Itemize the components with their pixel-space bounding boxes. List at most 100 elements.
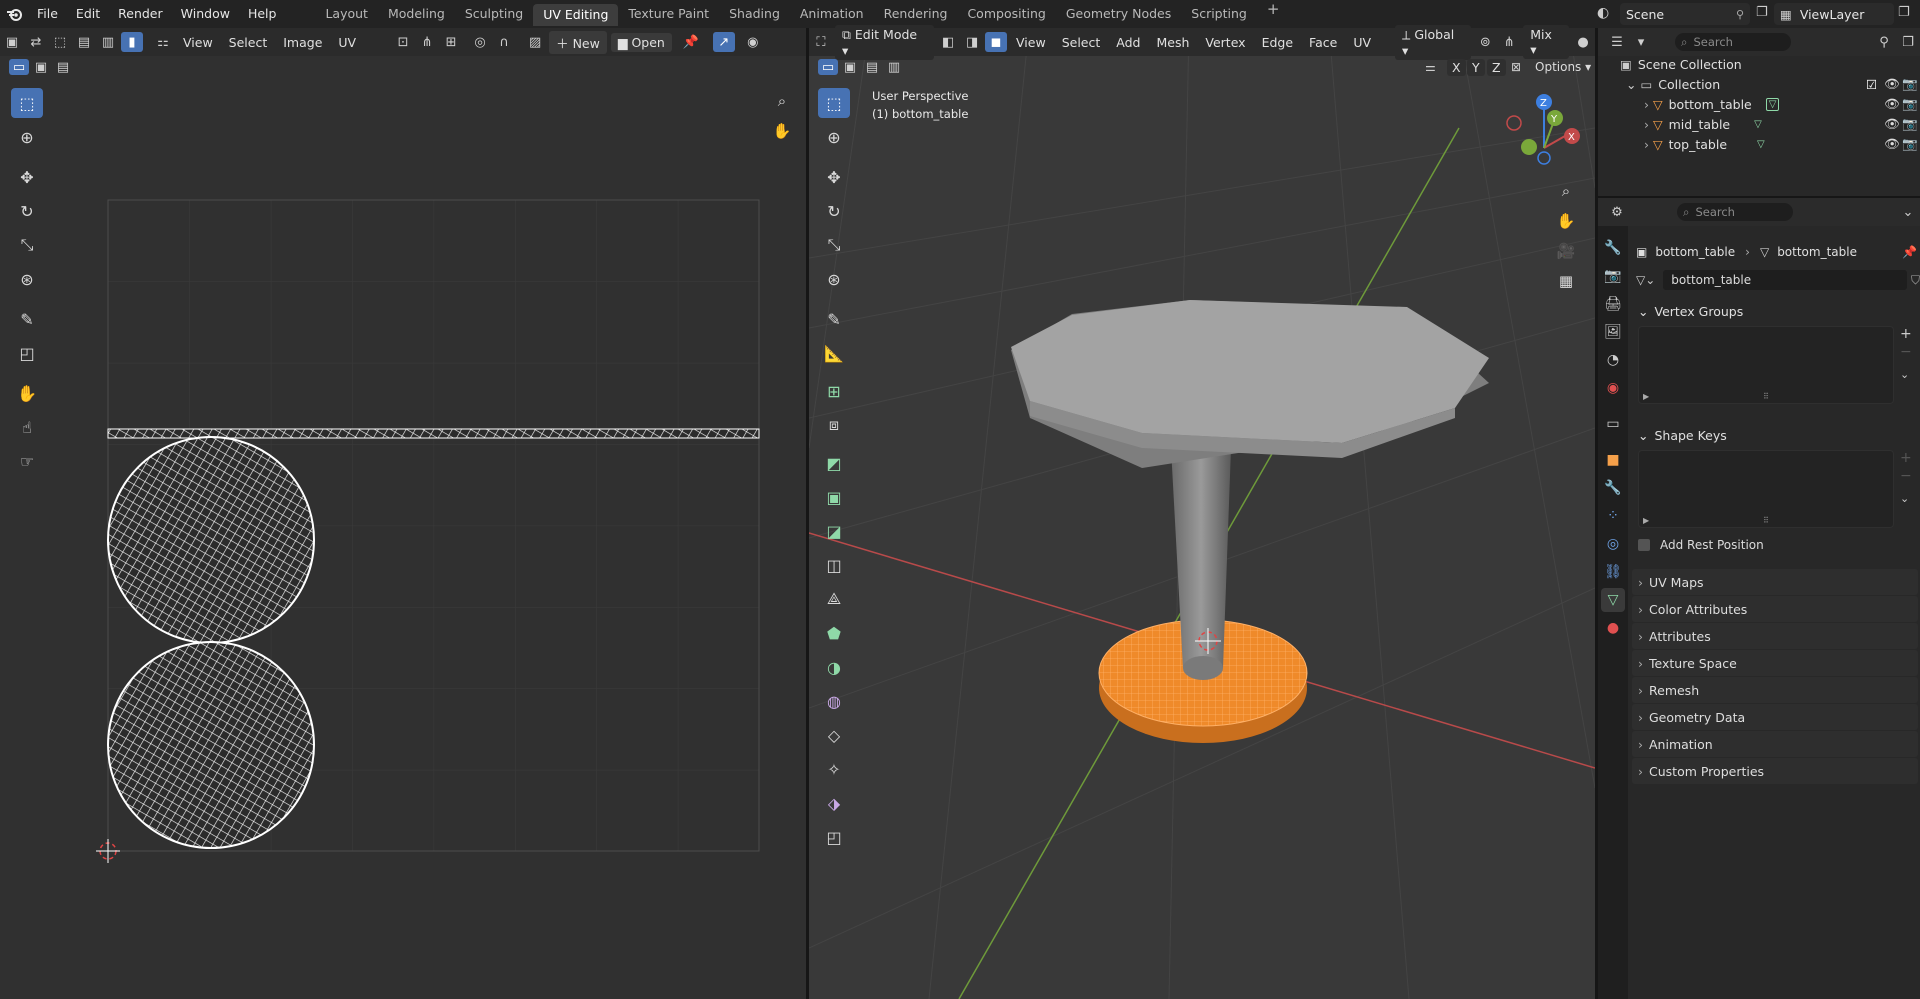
scene-selector[interactable]: Scene ⚲ <box>1620 3 1750 25</box>
mesh-data-icon[interactable]: ▽ <box>1757 139 1765 150</box>
uv-menu-uv[interactable]: UV <box>330 35 364 50</box>
menu-edit[interactable]: Edit <box>67 0 109 28</box>
uv-editor[interactable]: ▣ ⇄ ⬚ ▤ ▥ ▮ ⚏ View Select Image UV ⊡ ⋔ ⊞… <box>0 28 806 999</box>
expand-icon[interactable]: › <box>1644 117 1649 132</box>
particles-tab-icon[interactable]: ⁘ <box>1601 504 1625 528</box>
vertex-group-specials-icon[interactable]: ⌄ <box>1900 368 1909 381</box>
camera-view-icon[interactable]: 🎥 <box>1553 238 1579 264</box>
uv-menu-image[interactable]: Image <box>275 35 330 50</box>
uv-face-mode-icon[interactable]: ▥ <box>97 32 119 52</box>
rip-tool[interactable]: ◰ <box>11 338 43 368</box>
vp-rip-tool[interactable]: ◰ <box>818 822 850 852</box>
collection-tab-icon[interactable]: ▭ <box>1601 412 1625 436</box>
object-camera-icon[interactable]: 📷 <box>1902 96 1918 112</box>
vp-inset-tool[interactable]: ▣ <box>818 482 850 512</box>
pin-image-icon[interactable]: 📌 <box>680 32 702 52</box>
uv-menu-view[interactable]: View <box>175 35 221 50</box>
section-uv-maps[interactable]: › UV Maps <box>1632 569 1918 595</box>
editor-type-icon[interactable]: ▣ <box>1 32 23 52</box>
menu-render[interactable]: Render <box>109 0 172 28</box>
blender-logo-icon[interactable] <box>0 0 28 28</box>
vp-select-subtract-icon[interactable]: ▤ <box>862 59 882 75</box>
fake-user-shield-icon[interactable]: ⛉ <box>1911 273 1920 288</box>
tab-texture-paint[interactable]: Texture Paint <box>618 0 719 28</box>
new-view-layer-icon[interactable]: ❐ <box>1898 5 1910 20</box>
proportional-edit-icon[interactable]: ◎ <box>469 32 491 52</box>
section-color-attributes[interactable]: › Color Attributes <box>1632 596 1918 622</box>
mirror-x-toggle[interactable]: X <box>1447 58 1466 76</box>
shape-keys-list[interactable]: ▶ ⠿ <box>1638 450 1894 528</box>
tab-geometry-nodes[interactable]: Geometry Nodes <box>1056 0 1181 28</box>
modifier-tab-icon[interactable]: 🔧 <box>1601 476 1625 500</box>
vp-shrink-fatten-tool[interactable]: ✧ <box>818 754 850 784</box>
collection-camera-icon[interactable]: 📷 <box>1902 76 1918 92</box>
vp-menu-edge[interactable]: Edge <box>1254 35 1301 50</box>
uv-menu-select[interactable]: Select <box>221 35 276 50</box>
new-scene-icon[interactable]: ❐ <box>1756 5 1768 20</box>
add-workspace-button[interactable]: + <box>1257 0 1290 28</box>
tab-rendering[interactable]: Rendering <box>874 0 958 28</box>
render-tab-icon[interactable]: 📷 <box>1601 264 1625 288</box>
tab-sculpting[interactable]: Sculpting <box>455 0 533 28</box>
list-filter-icon[interactable]: ▶ <box>1643 516 1649 525</box>
vp-extrude-region-tool[interactable]: ◩ <box>818 448 850 478</box>
output-tab-icon[interactable]: 🖨 <box>1601 292 1625 316</box>
overlay-icon[interactable]: ◉ <box>742 32 764 52</box>
tab-compositing[interactable]: Compositing <box>957 0 1055 28</box>
falloff-icon[interactable]: ∩ <box>493 32 515 52</box>
vp-move-tool[interactable]: ✥ <box>818 162 850 192</box>
object-eye-icon[interactable]: 👁 <box>1884 96 1900 112</box>
object-eye-icon[interactable]: 👁 <box>1884 116 1900 132</box>
remove-vertex-group-icon[interactable]: − <box>1900 344 1912 360</box>
vp-bevel-tool[interactable]: ◪ <box>818 516 850 546</box>
uv-island-mode-icon[interactable]: ▮ <box>121 32 143 52</box>
tab-modeling[interactable]: Modeling <box>378 0 455 28</box>
section-custom-properties[interactable]: › Custom Properties <box>1632 758 1918 784</box>
outliner[interactable]: ☰ ▾ ⌕ Search ⚲ ❐ ▣ Scene Collection ⌄ ▭ … <box>1598 28 1920 198</box>
section-attributes[interactable]: › Attributes <box>1632 623 1918 649</box>
section-remesh[interactable]: › Remesh <box>1632 677 1918 703</box>
menu-window[interactable]: Window <box>172 0 239 28</box>
data-tab-icon[interactable]: ▽ <box>1601 588 1625 612</box>
gizmo-icon[interactable]: ↗ <box>712 32 735 52</box>
pinch-tool[interactable]: ☞ <box>11 446 43 476</box>
vp-add-cube-tool[interactable]: ⊞ <box>818 376 850 406</box>
new-image-button[interactable]: ＋ New <box>549 30 607 54</box>
vp-shear-tool[interactable]: ⬗ <box>818 788 850 818</box>
add-rest-position-checkbox[interactable] <box>1638 539 1650 551</box>
grab-tool[interactable]: ✋ <box>11 378 43 408</box>
move-tool[interactable]: ✥ <box>11 162 43 192</box>
expand-icon[interactable]: › <box>1644 137 1649 152</box>
new-collection-icon[interactable]: ❐ <box>1897 32 1919 52</box>
uv-vertex-mode-icon[interactable]: ⬚ <box>49 32 71 52</box>
tab-layout[interactable]: Layout <box>315 0 378 28</box>
scene-icon[interactable]: ◐ <box>1597 5 1609 21</box>
tab-uv-editing[interactable]: UV Editing <box>533 4 619 26</box>
vp-menu-mesh[interactable]: Mesh <box>1148 35 1197 50</box>
list-filter-icon[interactable]: ▶ <box>1643 392 1649 401</box>
outliner-collection[interactable]: ⌄ ▭ Collection ☑ 👁 📷 <box>1598 74 1920 94</box>
vp-menu-select[interactable]: Select <box>1054 35 1109 50</box>
section-texture-space[interactable]: › Texture Space <box>1632 650 1918 676</box>
snap-icon[interactable]: ⋔ <box>416 32 438 52</box>
add-vertex-group-icon[interactable]: + <box>1900 326 1912 342</box>
mirror-icon[interactable]: ⚌ <box>1425 60 1436 74</box>
tab-animation[interactable]: Animation <box>790 0 874 28</box>
vp-scale-tool[interactable]: ⤡ <box>818 230 850 260</box>
section-geometry-data[interactable]: › Geometry Data <box>1632 704 1918 730</box>
outliner-scene-collection[interactable]: ▣ Scene Collection <box>1598 54 1920 74</box>
physics-tab-icon[interactable]: ◎ <box>1601 532 1625 556</box>
vp-menu-view[interactable]: View <box>1008 35 1054 50</box>
view-layer-tab-icon[interactable]: 🖼 <box>1601 320 1625 344</box>
collection-eye-icon[interactable]: 👁 <box>1884 76 1900 92</box>
mirror-y-toggle[interactable]: Y <box>1467 58 1485 76</box>
snap-target-icon[interactable]: ⊞ <box>440 32 462 52</box>
snap-toggle-icon[interactable]: ⋔ <box>1498 32 1520 52</box>
uv-sync-icon[interactable]: ⇄ <box>25 32 47 52</box>
vp-annotate-tool[interactable]: ✎ <box>818 304 850 334</box>
scale-tool[interactable]: ⤡ <box>11 230 43 260</box>
vp-loop-cut-tool[interactable]: ◫ <box>818 550 850 580</box>
3d-viewport[interactable]: Z Y X ⛶ ⧉ Edit Mode ▾ ◧ ◨ ◼ View Select … <box>809 24 1595 999</box>
xray-dot-icon[interactable]: ● <box>1572 32 1594 52</box>
collection-checkbox-icon[interactable]: ☑ <box>1866 77 1877 92</box>
